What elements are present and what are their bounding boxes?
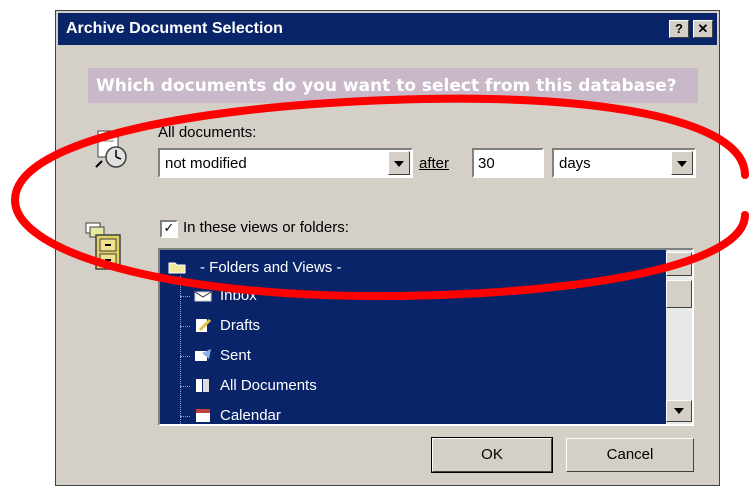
scrollbar-thumb[interactable]	[666, 280, 692, 308]
list-item-calendar[interactable]: Calendar	[194, 404, 654, 424]
tree-connector	[180, 276, 181, 424]
list-item-label: Drafts	[220, 317, 261, 334]
drafts-icon	[194, 317, 212, 333]
after-label-text: after	[419, 155, 450, 172]
count-value: 30	[478, 155, 495, 172]
chevron-down-icon[interactable]	[671, 151, 693, 175]
unit-value: days	[559, 155, 591, 172]
list-item-label: Sent	[220, 347, 251, 364]
list-item-inbox[interactable]: Inbox	[194, 284, 654, 310]
unit-dropdown[interactable]: days	[552, 148, 696, 178]
condition-value: not modified	[165, 155, 247, 172]
scrollbar-up-area[interactable]	[666, 252, 692, 276]
list-item-sent[interactable]: Sent	[194, 344, 654, 370]
all-documents-label: All documents:	[158, 124, 257, 141]
list-item-drafts[interactable]: Drafts	[194, 314, 654, 340]
archive-document-selection-dialog: Archive Document Selection ? ✕ Which doc…	[55, 10, 720, 486]
question-banner: Which documents do you want to select fr…	[88, 68, 698, 103]
calendar-icon	[194, 407, 212, 423]
tree-connector	[180, 326, 190, 327]
inbox-icon	[194, 287, 212, 303]
cancel-button[interactable]: Cancel	[566, 438, 694, 472]
views-checkbox-label: In these views or folders:	[183, 219, 349, 236]
help-button[interactable]: ?	[669, 20, 689, 38]
list-item-label: Inbox	[220, 287, 257, 304]
scroll-down-button[interactable]	[666, 400, 692, 422]
list-item-all-documents[interactable]: All Documents	[194, 374, 654, 400]
document-clock-icon	[94, 129, 128, 169]
tree-connector	[180, 386, 190, 387]
window-title: Archive Document Selection	[66, 20, 283, 37]
all-documents-icon	[194, 377, 212, 393]
sent-icon	[194, 347, 212, 363]
tree-connector	[180, 296, 190, 297]
condition-dropdown[interactable]: not modified	[158, 148, 413, 178]
chevron-down-icon[interactable]	[388, 151, 410, 175]
views-checkbox[interactable]: ✓	[160, 220, 178, 238]
vertical-scrollbar[interactable]	[666, 250, 692, 424]
list-item-label: Calendar	[220, 407, 281, 424]
list-item-folders-and-views[interactable]: - Folders and Views -	[168, 256, 658, 282]
list-item-label: - Folders and Views -	[200, 259, 342, 276]
tree-connector	[180, 416, 190, 417]
folder-icon	[168, 259, 186, 275]
ok-button[interactable]: OK	[431, 437, 553, 473]
views-folders-list[interactable]: - Folders and Views - Inbox Drafts Sent	[158, 248, 694, 426]
list-item-label: All Documents	[220, 377, 317, 394]
filing-cabinet-icon	[84, 221, 124, 271]
banner-text: Which documents do you want to select fr…	[96, 76, 677, 96]
after-label: after	[419, 155, 449, 172]
tree-connector	[180, 356, 190, 357]
title-bar: Archive Document Selection ? ✕	[58, 13, 717, 45]
count-input[interactable]: 30	[472, 148, 544, 178]
close-button[interactable]: ✕	[693, 20, 713, 38]
